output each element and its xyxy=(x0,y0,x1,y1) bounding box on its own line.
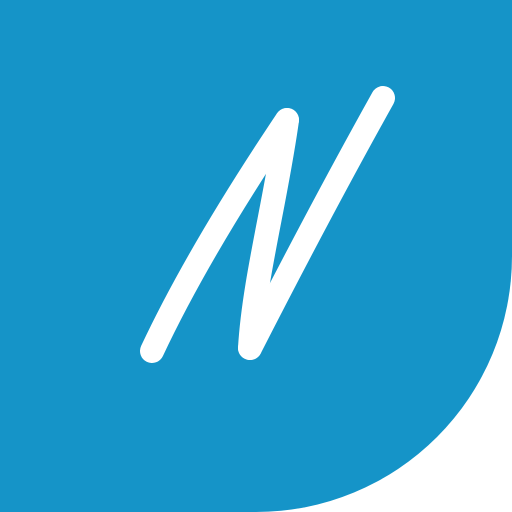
app-icon xyxy=(0,0,512,512)
n-script-logo-icon xyxy=(0,0,512,512)
